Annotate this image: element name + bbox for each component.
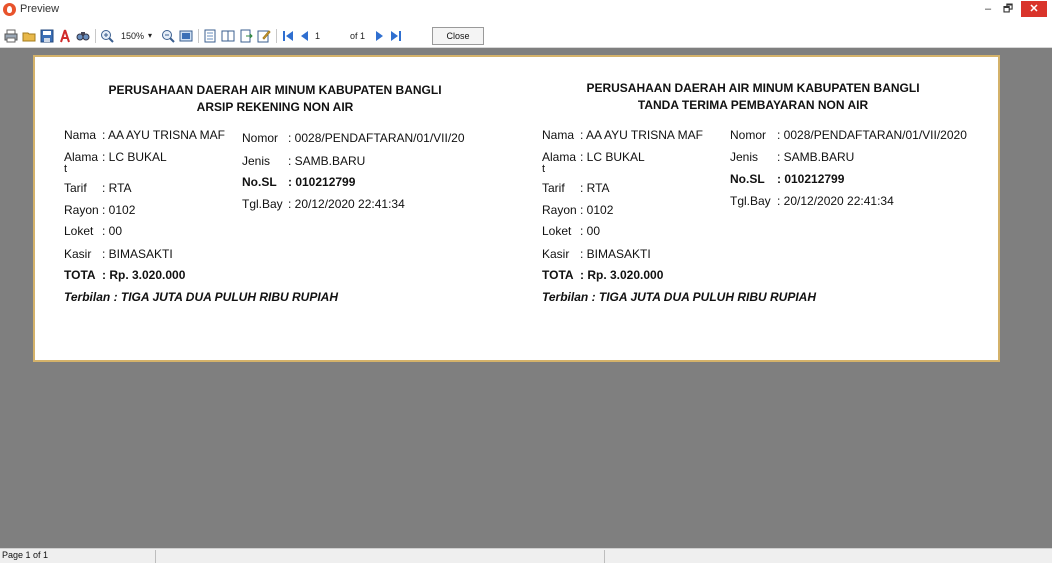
open-icon[interactable] [22, 29, 36, 43]
pdf-icon[interactable] [58, 29, 72, 43]
window-title-bar: Preview – 🗗 ✕ [0, 0, 1052, 20]
prev-page-icon[interactable] [298, 29, 312, 43]
company-header: PERUSAHAAN DAERAH AIR MINUM KABUPATEN BA… [586, 81, 920, 95]
zoom-level-select[interactable]: 150% [121, 31, 144, 41]
tglbay-label: Tgl.Bay [242, 197, 283, 211]
two-page-icon[interactable] [221, 29, 235, 43]
nosl-value: : 010212799 [288, 175, 356, 189]
nama-value: : AA AYU TRISNA MAF [102, 128, 225, 142]
minimize-button[interactable]: – [980, 1, 996, 17]
nosl-label: No.SL [730, 172, 765, 186]
status-divider [604, 550, 605, 563]
total-value: : Rp. 3.020.000 [580, 268, 664, 282]
find-icon[interactable] [76, 29, 90, 43]
report-page: PERUSAHAAN DAERAH AIR MINUM KABUPATEN BA… [33, 55, 1000, 362]
tglbay-label: Tgl.Bay [730, 194, 771, 208]
first-page-icon[interactable] [281, 29, 295, 43]
rayon-value: : 0102 [102, 203, 136, 217]
nosl-label: No.SL [242, 175, 277, 189]
receipt-title: TANDA TERIMA PEMBAYARAN NON AIR [637, 98, 869, 112]
tarif-value: : RTA [102, 181, 132, 195]
total-value: : Rp. 3.020.000 [102, 268, 186, 282]
receipt-archive: PERUSAHAAN DAERAH AIR MINUM KABUPATEN BA… [35, 57, 515, 357]
rayon-value: : 0102 [580, 203, 614, 217]
preview-toolbar: 150% ▾ 1 of 1 [0, 24, 1052, 48]
page-status: Page 1 of 1 [2, 550, 49, 560]
alama-label-tail: t [64, 163, 68, 175]
jenis-label: Jenis [242, 154, 271, 168]
page-number-input[interactable]: 1 [315, 31, 343, 41]
kasir-label: Kasir [542, 247, 570, 261]
terbilang-text: Terbilan : TIGA JUTA DUA PULUH RIBU RUPI… [542, 290, 817, 304]
kasir-value: : BIMASAKTI [102, 247, 173, 261]
kasir-label: Kasir [64, 247, 92, 261]
single-page-icon[interactable] [203, 29, 217, 43]
kasir-value: : BIMASAKTI [580, 247, 651, 261]
status-bar: Page 1 of 1 [0, 548, 1052, 563]
next-page-icon[interactable] [372, 29, 386, 43]
nosl-value: : 010212799 [777, 172, 845, 186]
total-label: TOTA [542, 268, 574, 282]
loket-value: : 00 [102, 224, 123, 238]
fit-page-icon[interactable] [179, 29, 193, 43]
alama-value: : LC BUKAL [102, 150, 167, 164]
tarif-label: Tarif [64, 181, 87, 195]
loket-label: Loket [542, 224, 572, 238]
nama-label: Nama [542, 128, 575, 142]
status-divider [155, 550, 156, 563]
edit-icon[interactable] [257, 29, 271, 43]
rayon-label: Rayon [64, 203, 99, 217]
alama-label-tail: t [542, 163, 546, 175]
page-count-label: of 1 [350, 31, 366, 41]
last-page-icon[interactable] [389, 29, 403, 43]
nomor-value: : 0028/PENDAFTARAN/01/VII/2020 [777, 128, 967, 142]
nomor-label: Nomor [730, 128, 767, 142]
alama-label: Alama [542, 150, 577, 164]
app-logo-icon [3, 3, 16, 16]
nama-value: : AA AYU TRISNA MAF [580, 128, 703, 142]
tarif-value: : RTA [580, 181, 610, 195]
total-label: TOTA [64, 268, 96, 282]
nama-label: Nama [64, 128, 97, 142]
jenis-label: Jenis [730, 150, 759, 164]
zoom-in-icon[interactable] [100, 29, 114, 43]
alama-label: Alama [64, 150, 99, 164]
alama-value: : LC BUKAL [580, 150, 645, 164]
tglbay-value: : 20/12/2020 22:41:34 [777, 194, 894, 208]
nomor-label: Nomor [242, 131, 279, 145]
receipt-payment: PERUSAHAAN DAERAH AIR MINUM KABUPATEN BA… [513, 57, 993, 357]
receipt-title: ARSIP REKENING NON AIR [196, 100, 354, 114]
zoom-out-icon[interactable] [161, 29, 175, 43]
jenis-value: : SAMB.BARU [288, 154, 366, 168]
nomor-value: : 0028/PENDAFTARAN/01/VII/20 [288, 131, 465, 145]
window-close-button[interactable]: ✕ [1021, 1, 1047, 17]
close-button[interactable]: Close [432, 27, 484, 45]
tarif-label: Tarif [542, 181, 565, 195]
terbilang-text: Terbilan : TIGA JUTA DUA PULUH RIBU RUPI… [64, 290, 339, 304]
company-header: PERUSAHAAN DAERAH AIR MINUM KABUPATEN BA… [108, 83, 442, 97]
loket-label: Loket [64, 224, 94, 238]
export-icon[interactable] [239, 29, 253, 43]
tglbay-value: : 20/12/2020 22:41:34 [288, 197, 405, 211]
loket-value: : 00 [580, 224, 601, 238]
rayon-label: Rayon [542, 203, 577, 217]
save-icon[interactable] [40, 29, 54, 43]
chevron-down-icon[interactable]: ▾ [148, 31, 152, 40]
jenis-value: : SAMB.BARU [777, 150, 855, 164]
restore-button[interactable]: 🗗 [1000, 1, 1016, 17]
window-title: Preview [20, 3, 60, 15]
print-icon[interactable] [4, 29, 18, 43]
